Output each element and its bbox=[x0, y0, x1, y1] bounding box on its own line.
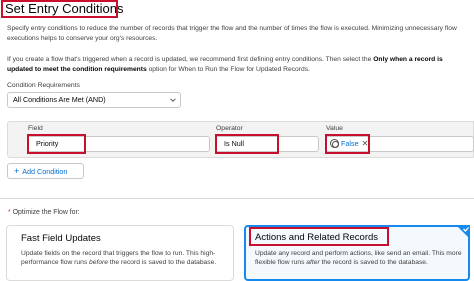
optimize-label-text: Optimize the Flow for: bbox=[12, 209, 80, 216]
recommendation-text: If you create a flow that's triggered wh… bbox=[7, 55, 469, 75]
chevron-down-icon bbox=[170, 98, 176, 102]
recommendation-post: option for When to Run the Flow for Upda… bbox=[146, 66, 310, 73]
add-condition-label: Add Condition bbox=[22, 167, 68, 176]
operator-label: Operator bbox=[216, 125, 243, 132]
field-highlight-box bbox=[27, 134, 86, 154]
option-body-em: before bbox=[89, 259, 108, 267]
value-label: Value bbox=[326, 125, 343, 132]
condition-requirements-value: All Conditions Are Met (AND) bbox=[13, 95, 106, 104]
option-title: Fast Field Updates bbox=[21, 233, 101, 244]
field-label: Field bbox=[28, 125, 43, 132]
option-description: Update fields on the record that trigger… bbox=[21, 249, 226, 268]
condition-requirements-label: Condition Requirements bbox=[7, 82, 80, 89]
add-condition-button[interactable]: + Add Condition bbox=[7, 163, 84, 179]
option-body-2: the record is saved to the database. bbox=[319, 259, 428, 267]
option-body-2: the record is saved to the database. bbox=[108, 259, 217, 267]
section-divider bbox=[0, 198, 474, 199]
recommendation-pre: If you create a flow that's triggered wh… bbox=[7, 56, 374, 63]
option-fast-field-updates[interactable]: Fast Field Updates Update fields on the … bbox=[6, 225, 234, 281]
section-description: Specify entry conditions to reduce the n… bbox=[7, 25, 457, 42]
option-title-highlight-box bbox=[249, 227, 389, 246]
value-highlight-box bbox=[325, 134, 370, 154]
optimize-label: * Optimize the Flow for: bbox=[8, 209, 80, 216]
selected-check-icon bbox=[456, 225, 470, 239]
title-highlight-box bbox=[1, 0, 118, 18]
condition-requirements-select[interactable]: All Conditions Are Met (AND) bbox=[7, 92, 181, 108]
option-body-em: after bbox=[306, 259, 320, 267]
operator-highlight-box bbox=[215, 134, 279, 154]
required-marker: * bbox=[8, 209, 11, 216]
option-description: Update any record and perform actions, l… bbox=[255, 249, 463, 268]
plus-icon: + bbox=[14, 166, 20, 176]
